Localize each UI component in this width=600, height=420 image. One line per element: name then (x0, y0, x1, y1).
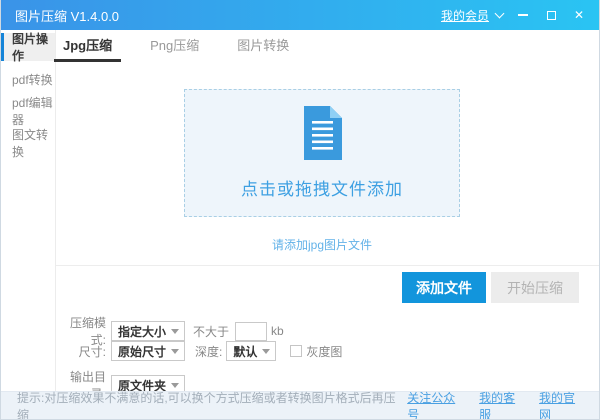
tab-png-compress[interactable]: Png压缩 (145, 30, 204, 62)
dropzone-prompt: 点击或拖拽文件添加 (241, 180, 403, 199)
close-button[interactable]: ✕ (567, 3, 591, 27)
sidebar-item-label: pdf编辑器 (12, 96, 53, 127)
size-value: 原始尺寸 (118, 344, 167, 359)
sidebar-item-image-ops[interactable]: 图片操作 (1, 32, 55, 63)
size-label: 尺寸: (78, 344, 106, 359)
follow-wechat-link[interactable]: 关注公众号 (407, 389, 467, 420)
document-icon (304, 106, 342, 160)
window-title: 图片压缩 V1.4.0.0 (15, 8, 120, 24)
sidebar-item-label: 图片操作 (12, 32, 49, 63)
footer-links: 关注公众号 我的客服 我的官网 (407, 389, 587, 420)
depth-select[interactable]: 默认 (226, 341, 277, 361)
start-compress-button[interactable]: 开始压缩 (491, 272, 579, 303)
upload-hint: 请添加jpg图片文件 (271, 238, 372, 252)
tab-jpg-compress[interactable]: Jpg压缩 (53, 30, 122, 62)
minimize-button[interactable] (511, 3, 535, 27)
action-buttons: 添加文件 开始压缩 (402, 272, 579, 303)
depth-value: 默认 (233, 344, 258, 359)
depth-label: 深度: (195, 344, 223, 359)
sidebar-item-img-text-convert[interactable]: 图文转换 (1, 128, 55, 159)
chevron-down-icon (262, 348, 271, 354)
chevron-down-icon (171, 348, 180, 354)
minimize-icon (518, 14, 528, 16)
grayscale-label: 灰度图 (306, 344, 343, 359)
chevron-down-icon (171, 382, 180, 388)
size-select[interactable]: 原始尺寸 (111, 341, 186, 361)
app-window: 图片压缩 V1.4.0.0 我的会员 ✕ 图片操作 pdf转换 pdf编辑器 图… (0, 0, 600, 420)
compress-mode-select[interactable]: 指定大小 (111, 321, 186, 341)
sidebar-item-pdf-convert[interactable]: pdf转换 (1, 65, 55, 93)
size-depth-row: 尺寸: 原始尺寸 深度: 默认 灰度图 (56, 341, 342, 361)
not-greater-label: 不大于 (193, 324, 230, 339)
sidebar-item-label: pdf转换 (12, 72, 53, 87)
sidebar: 图片操作 pdf转换 pdf编辑器 图文转换 (1, 30, 56, 392)
member-link[interactable]: 我的会员 (441, 7, 489, 24)
maximize-icon (546, 10, 556, 20)
sidebar-item-label: 图文转换 (12, 128, 49, 159)
titlebar-controls: 我的会员 ✕ (441, 3, 591, 27)
tip-text: 提示:对压缩效果不满意的话,可以换个方式压缩或者转换图片格式后再压缩 (17, 390, 396, 420)
unit-label: kb (271, 324, 284, 338)
chevron-down-icon[interactable] (494, 8, 505, 19)
official-site-link[interactable]: 我的官网 (539, 389, 587, 420)
section-divider (56, 265, 599, 266)
titlebar: 图片压缩 V1.4.0.0 我的会员 ✕ (1, 0, 599, 30)
maximize-button[interactable] (539, 3, 563, 27)
customer-service-link[interactable]: 我的客服 (479, 389, 527, 420)
max-size-input[interactable] (235, 321, 268, 341)
sidebar-item-pdf-editor[interactable]: pdf编辑器 (1, 96, 55, 127)
file-dropzone[interactable]: 点击或拖拽文件添加 (184, 89, 460, 217)
grayscale-checkbox[interactable] (290, 345, 303, 357)
chevron-down-icon (171, 328, 180, 334)
tab-image-convert[interactable]: 图片转换 (232, 30, 294, 62)
tab-bar: Jpg压缩 Png压缩 图片转换 (53, 30, 599, 62)
compress-mode-value: 指定大小 (118, 324, 167, 339)
add-files-button[interactable]: 添加文件 (402, 272, 486, 303)
status-bar: 提示:对压缩效果不满意的话,可以换个方式压缩或者转换图片格式后再压缩 关注公众号… (1, 391, 599, 419)
